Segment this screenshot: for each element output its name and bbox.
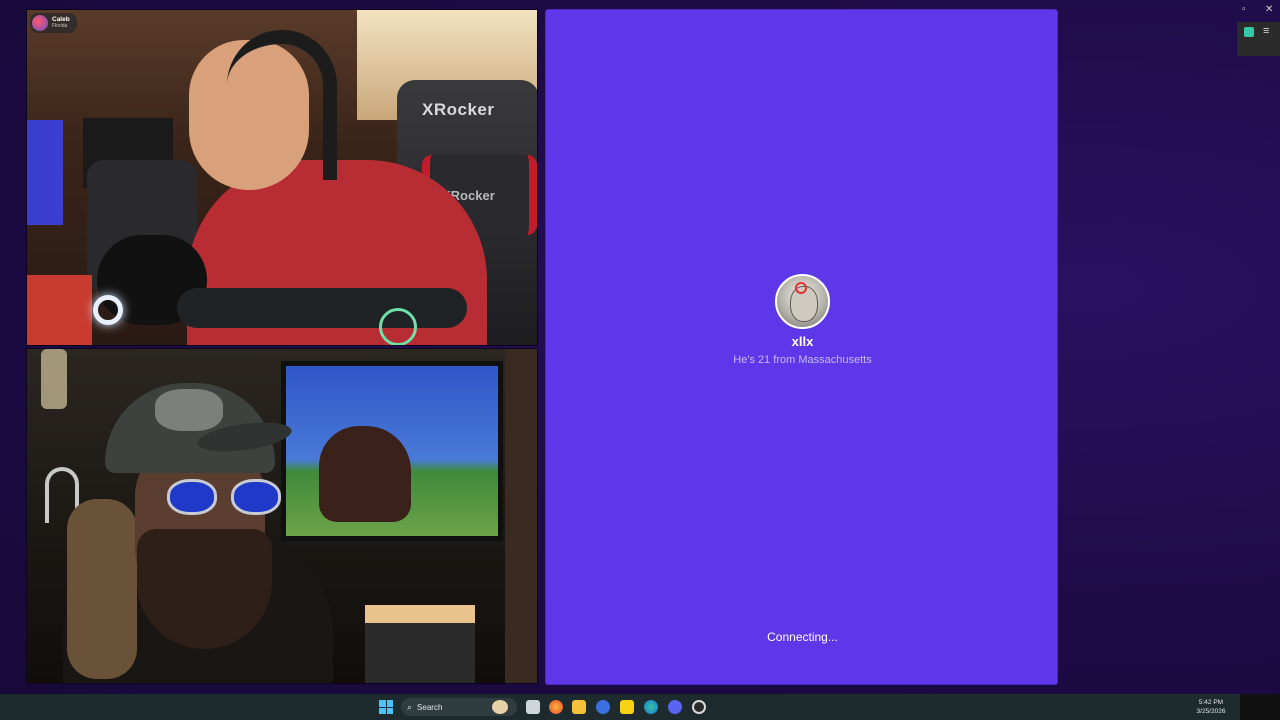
top-video-feed: XRocker XRocker (26, 9, 538, 346)
user-location: Florida (52, 23, 68, 30)
bottom-video-feed (26, 348, 538, 684)
clock-date: 3/25/2026 (1196, 708, 1226, 715)
search-icon: ⌕ (407, 701, 413, 712)
search-placeholder: Search (417, 702, 443, 712)
show-desktop-button[interactable] (1240, 694, 1280, 720)
edge-icon[interactable] (644, 700, 658, 714)
menu-icon[interactable]: ≡ (1263, 25, 1269, 37)
clock-time: 5:42 PM (1198, 699, 1224, 706)
app-blue-icon[interactable] (596, 700, 610, 714)
app-stage: XRocker XRocker Caleb Florida xllx He's … (0, 0, 1280, 720)
taskbar-clock[interactable]: 5:42 PM 3/25/2026 (1186, 698, 1236, 716)
discord-icon[interactable] (668, 700, 682, 714)
chair-brand-label: XRocker (422, 100, 495, 119)
user-badge[interactable]: Caleb Florida (30, 13, 77, 33)
norton-icon[interactable] (620, 700, 634, 714)
start-icon[interactable] (379, 700, 393, 714)
connection-status: Connecting... (767, 630, 838, 644)
obs-icon[interactable] (692, 700, 706, 714)
restore-window-icon[interactable]: ▫ (1242, 4, 1246, 16)
match-subtitle: He's 21 from Massachusetts (733, 354, 872, 366)
file-explorer-icon[interactable] (572, 700, 586, 714)
task-view-icon[interactable] (526, 700, 540, 714)
widgets-icon[interactable] (492, 700, 508, 714)
match-card: xllx He's 21 from Massachusetts Connecti… (545, 9, 1058, 685)
taskbar: ⌕ Search 5:42 PM 3/25/2026 (0, 694, 1280, 720)
firefox-icon[interactable] (549, 700, 563, 714)
app-icon[interactable] (1244, 27, 1254, 37)
close-window-icon[interactable]: ✕ (1265, 4, 1273, 16)
user-avatar (32, 15, 48, 31)
match-avatar (775, 274, 830, 329)
match-name: xllx (791, 334, 814, 349)
